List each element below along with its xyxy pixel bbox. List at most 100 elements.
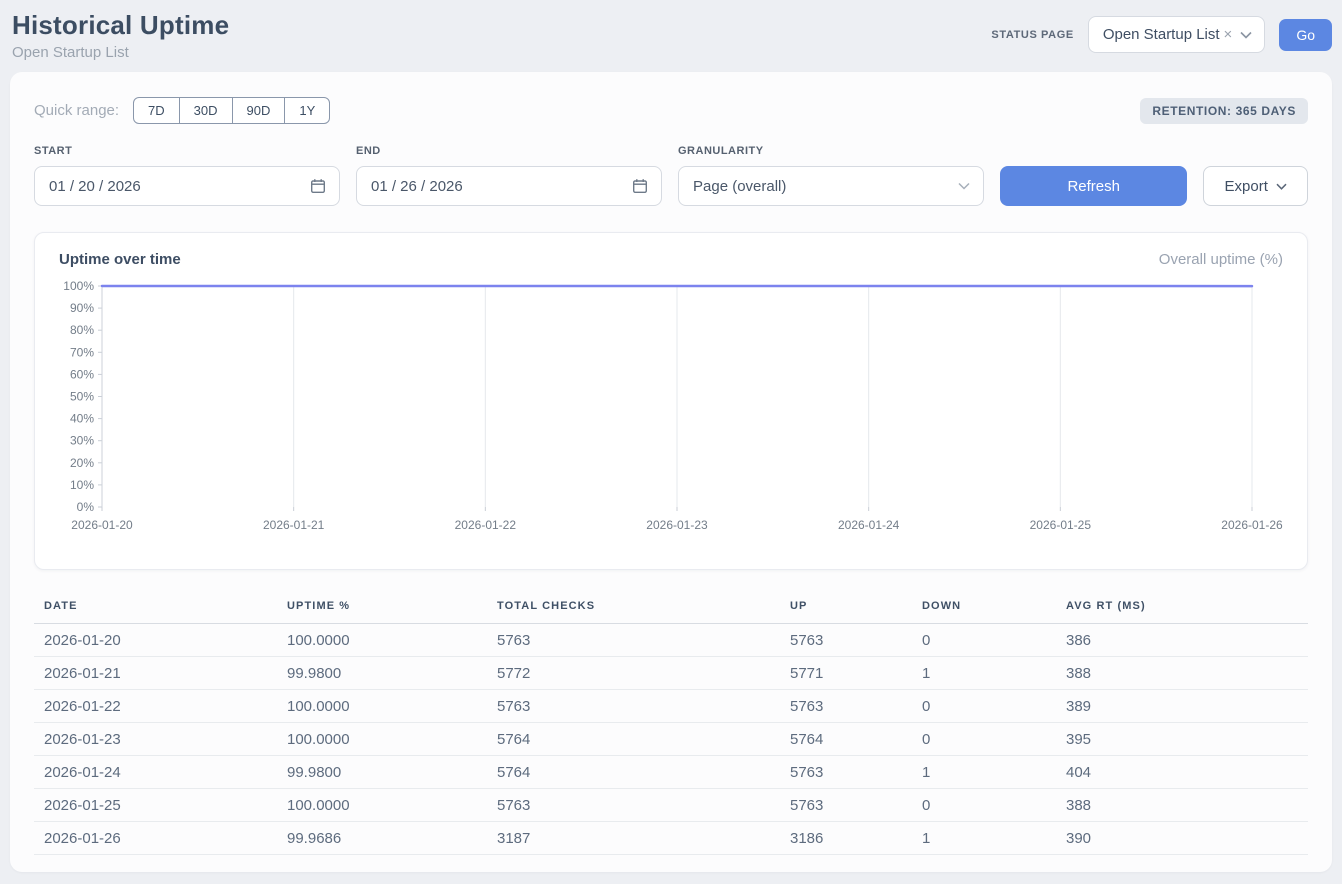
uptime-chart-card: Uptime over time Overall uptime (%) 2026…	[34, 232, 1308, 570]
calendar-icon[interactable]	[310, 178, 326, 194]
svg-text:50%: 50%	[70, 390, 94, 404]
chart-title: Uptime over time	[59, 251, 181, 268]
table-cell: 2026-01-21	[34, 657, 287, 690]
clear-selection-icon[interactable]: ×	[1224, 26, 1233, 43]
start-date-input[interactable]: 01 / 20 / 2026	[34, 166, 340, 206]
table-cell: 0	[922, 624, 1066, 657]
page-subtitle: Open Startup List	[12, 44, 229, 61]
export-button[interactable]: Export	[1203, 166, 1308, 206]
table-cell: 386	[1066, 624, 1308, 657]
column-header-up: UP	[790, 594, 922, 624]
table-header: DATEUPTIME %TOTAL CHECKSUPDOWNAVG RT (MS…	[34, 594, 1308, 624]
svg-text:90%: 90%	[70, 301, 94, 315]
column-header-avg-rt-ms: AVG RT (MS)	[1066, 594, 1308, 624]
table-cell: 99.9686	[287, 822, 497, 855]
go-button[interactable]: Go	[1279, 19, 1332, 51]
calendar-icon[interactable]	[632, 178, 648, 194]
table-cell: 100.0000	[287, 624, 497, 657]
header-right: STATUS PAGE Open Startup List × Go	[991, 16, 1332, 53]
table-cell: 5763	[790, 690, 922, 723]
quick-range-7d-button[interactable]: 7D	[133, 97, 180, 124]
controls-row: START 01 / 20 / 2026 END 01 / 26 / 2026	[34, 145, 1308, 206]
granularity-field: GRANULARITY Page (overall)	[678, 145, 984, 206]
quick-range-left: Quick range: 7D30D90D1Y	[34, 97, 330, 124]
table-cell: 5763	[497, 789, 790, 822]
table-row: 2026-01-2699.9686318731861390	[34, 822, 1308, 855]
uptime-table: DATEUPTIME %TOTAL CHECKSUPDOWNAVG RT (MS…	[34, 594, 1308, 855]
quick-range-group: 7D30D90D1Y	[133, 97, 330, 124]
quick-range-90d-button[interactable]: 90D	[232, 97, 286, 124]
svg-text:2026-01-21: 2026-01-21	[263, 518, 325, 532]
end-date-input[interactable]: 01 / 26 / 2026	[356, 166, 662, 206]
svg-text:60%: 60%	[70, 367, 94, 381]
svg-text:2026-01-20: 2026-01-20	[71, 518, 133, 532]
svg-text:2026-01-26: 2026-01-26	[1221, 518, 1283, 532]
table-body: 2026-01-20100.00005763576303862026-01-21…	[34, 624, 1308, 855]
svg-text:2026-01-23: 2026-01-23	[646, 518, 708, 532]
start-date-value: 01 / 20 / 2026	[49, 178, 141, 195]
title-block: Historical Uptime Open Startup List	[12, 10, 229, 61]
table-cell: 3186	[790, 822, 922, 855]
table-cell: 2026-01-24	[34, 756, 287, 789]
chevron-down-icon	[1240, 31, 1252, 39]
table-cell: 404	[1066, 756, 1308, 789]
table-row: 2026-01-22100.0000576357630389	[34, 690, 1308, 723]
table-row: 2026-01-20100.0000576357630386	[34, 624, 1308, 657]
end-label: END	[356, 145, 662, 157]
table-cell: 1	[922, 657, 1066, 690]
quick-range-row: Quick range: 7D30D90D1Y RETENTION: 365 D…	[34, 97, 1308, 124]
status-page-select[interactable]: Open Startup List ×	[1088, 16, 1266, 53]
start-date-field: START 01 / 20 / 2026	[34, 145, 340, 206]
table-cell: 2026-01-20	[34, 624, 287, 657]
svg-text:2026-01-22: 2026-01-22	[455, 518, 517, 532]
column-header-total-checks: TOTAL CHECKS	[497, 594, 790, 624]
quick-range-label: Quick range:	[34, 102, 119, 119]
quick-range-1y-button[interactable]: 1Y	[284, 97, 330, 124]
granularity-label: GRANULARITY	[678, 145, 984, 157]
refresh-button[interactable]: Refresh	[1000, 166, 1187, 206]
table-cell: 5763	[497, 690, 790, 723]
quick-range-30d-button[interactable]: 30D	[179, 97, 233, 124]
table-cell: 2026-01-22	[34, 690, 287, 723]
table-row: 2026-01-2499.9800576457631404	[34, 756, 1308, 789]
table-row: 2026-01-2199.9800577257711388	[34, 657, 1308, 690]
table-cell: 5764	[497, 723, 790, 756]
svg-text:2026-01-24: 2026-01-24	[838, 518, 900, 532]
table-row: 2026-01-25100.0000576357630388	[34, 789, 1308, 822]
top-header: Historical Uptime Open Startup List STAT…	[0, 0, 1342, 64]
end-date-value: 01 / 26 / 2026	[371, 178, 463, 195]
table-cell: 389	[1066, 690, 1308, 723]
svg-text:100%: 100%	[63, 279, 94, 293]
svg-text:40%: 40%	[70, 412, 94, 426]
table-cell: 100.0000	[287, 690, 497, 723]
table-cell: 5763	[497, 624, 790, 657]
granularity-select[interactable]: Page (overall)	[678, 166, 984, 206]
column-header-uptime: UPTIME %	[287, 594, 497, 624]
svg-text:70%: 70%	[70, 345, 94, 359]
svg-text:2026-01-25: 2026-01-25	[1030, 518, 1092, 532]
table-cell: 5772	[497, 657, 790, 690]
svg-text:10%: 10%	[70, 478, 94, 492]
table-cell: 5764	[497, 756, 790, 789]
column-header-date: DATE	[34, 594, 287, 624]
table-row: 2026-01-23100.0000576457640395	[34, 723, 1308, 756]
svg-text:80%: 80%	[70, 323, 94, 337]
table-cell: 5763	[790, 624, 922, 657]
table-cell: 1	[922, 822, 1066, 855]
uptime-chart-svg: 2026-01-20 2026-01-21 2026-01-22 2026-01-23…	[59, 276, 1285, 538]
page-title: Historical Uptime	[12, 10, 229, 41]
status-page-label: STATUS PAGE	[991, 29, 1073, 41]
retention-badge: RETENTION: 365 DAYS	[1140, 98, 1308, 124]
granularity-selected-value: Page (overall)	[693, 178, 786, 195]
table-cell: 0	[922, 789, 1066, 822]
chart-header: Uptime over time Overall uptime (%)	[59, 251, 1283, 268]
column-header-down: DOWN	[922, 594, 1066, 624]
main-panel: Quick range: 7D30D90D1Y RETENTION: 365 D…	[10, 72, 1332, 872]
svg-text:0%: 0%	[77, 500, 95, 514]
table-cell: 5764	[790, 723, 922, 756]
export-button-label: Export	[1225, 178, 1268, 195]
table-cell: 2026-01-23	[34, 723, 287, 756]
table-cell: 0	[922, 723, 1066, 756]
table-cell: 3187	[497, 822, 790, 855]
table-cell: 2026-01-26	[34, 822, 287, 855]
